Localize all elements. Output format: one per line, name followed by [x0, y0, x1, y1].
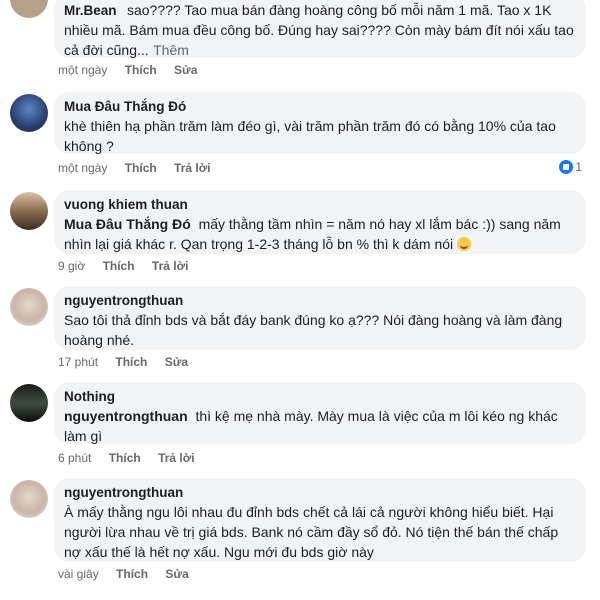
reply-button[interactable]: Trả lời	[152, 259, 189, 273]
reaction-count[interactable]: 1	[559, 160, 582, 174]
comment-time: một ngày	[58, 63, 108, 77]
comment-bubble: nguyentrongthuan Sao tôi thả đỉnh bds và…	[54, 286, 586, 350]
comment-text: Mua Đâu Thắng Đó mấy thằng tầm nhìn = nă…	[64, 214, 574, 254]
comment-text: sao???? Tao mua bán đàng hoàng công bố m…	[64, 2, 574, 58]
comment-bubble: Mua Đâu Thắng Đó khè thiên hạ phần trăm …	[54, 92, 586, 154]
comment-time: 6 phút	[58, 451, 92, 465]
comment-time: một ngày	[58, 161, 108, 175]
comment-author[interactable]: nguyentrongthuan	[64, 292, 574, 310]
grinning-sweat-emoji-icon	[457, 237, 472, 251]
mention-link[interactable]: nguyentrongthuan	[64, 408, 188, 424]
comment-actions: 6 phút Thích Trả lời	[58, 450, 209, 466]
comment-bubble: Mr.Bean sao???? Tao mua bán đàng hoàng c…	[54, 0, 586, 58]
comment-text: khè thiên hạ phần trăm làm đéo gì, vài t…	[64, 118, 556, 154]
edit-button[interactable]: Sửa	[165, 355, 188, 369]
comment-actions: một ngày Thích Sửa	[58, 62, 211, 78]
see-more-link[interactable]: Thêm	[153, 42, 189, 58]
comment-text: Sao tôi thả đỉnh bds và bắt đáy bank đún…	[64, 312, 563, 348]
reply-button[interactable]: Trả lời	[174, 161, 211, 175]
like-button[interactable]: Thích	[125, 63, 157, 77]
edit-button[interactable]: Sửa	[174, 63, 197, 77]
comment-bubble: Nothing nguyentrongthuan thì kệ mẹ nhà m…	[54, 382, 586, 444]
mention-link[interactable]: Mua Đâu Thắng Đó	[64, 216, 191, 232]
like-button[interactable]: Thích	[125, 161, 157, 175]
comment-author[interactable]: vuong khiem thuan	[64, 196, 574, 214]
comment-actions: vài giây Thích Sửa	[58, 566, 203, 582]
avatar[interactable]	[10, 192, 48, 230]
comment-bubble: vuong khiem thuan Mua Đâu Thắng Đó mấy t…	[54, 190, 586, 254]
comment-actions: 17 phút Thích Sửa	[58, 354, 202, 370]
reply-button[interactable]: Trả lời	[158, 451, 195, 465]
comment-author[interactable]: Mua Đâu Thắng Đó	[64, 98, 574, 116]
comment-time: 9 giờ	[58, 259, 86, 273]
edit-button[interactable]: Sửa	[165, 567, 188, 581]
avatar[interactable]	[10, 480, 48, 518]
avatar[interactable]	[10, 94, 48, 132]
comment-author[interactable]: nguyentrongthuan	[64, 484, 574, 502]
avatar[interactable]	[10, 0, 48, 18]
comment-text: À mấy thằng ngu lôi nhau đu đỉnh bds chế…	[64, 504, 559, 560]
comment-actions: 9 giờ Thích Trả lời	[58, 258, 202, 274]
comment-time: vài giây	[58, 567, 99, 581]
like-button[interactable]: Thích	[115, 355, 147, 369]
avatar[interactable]	[10, 288, 48, 326]
thumbs-up-icon	[559, 160, 574, 174]
comment-time: 17 phút	[58, 355, 99, 369]
comment-bubble: nguyentrongthuan À mấy thằng ngu lôi nha…	[54, 478, 586, 562]
comment-author[interactable]: Nothing	[64, 388, 574, 406]
comment-actions: một ngày Thích Trả lời	[58, 160, 225, 176]
comment-text: nguyentrongthuan thì kệ mẹ nhà mày. Mày …	[64, 406, 574, 446]
like-button[interactable]: Thích	[109, 451, 141, 465]
avatar[interactable]	[10, 384, 48, 422]
like-button[interactable]: Thích	[103, 259, 135, 273]
comment-author[interactable]: Mr.Bean	[64, 3, 117, 18]
reaction-number: 1	[575, 160, 582, 174]
like-button[interactable]: Thích	[116, 567, 148, 581]
